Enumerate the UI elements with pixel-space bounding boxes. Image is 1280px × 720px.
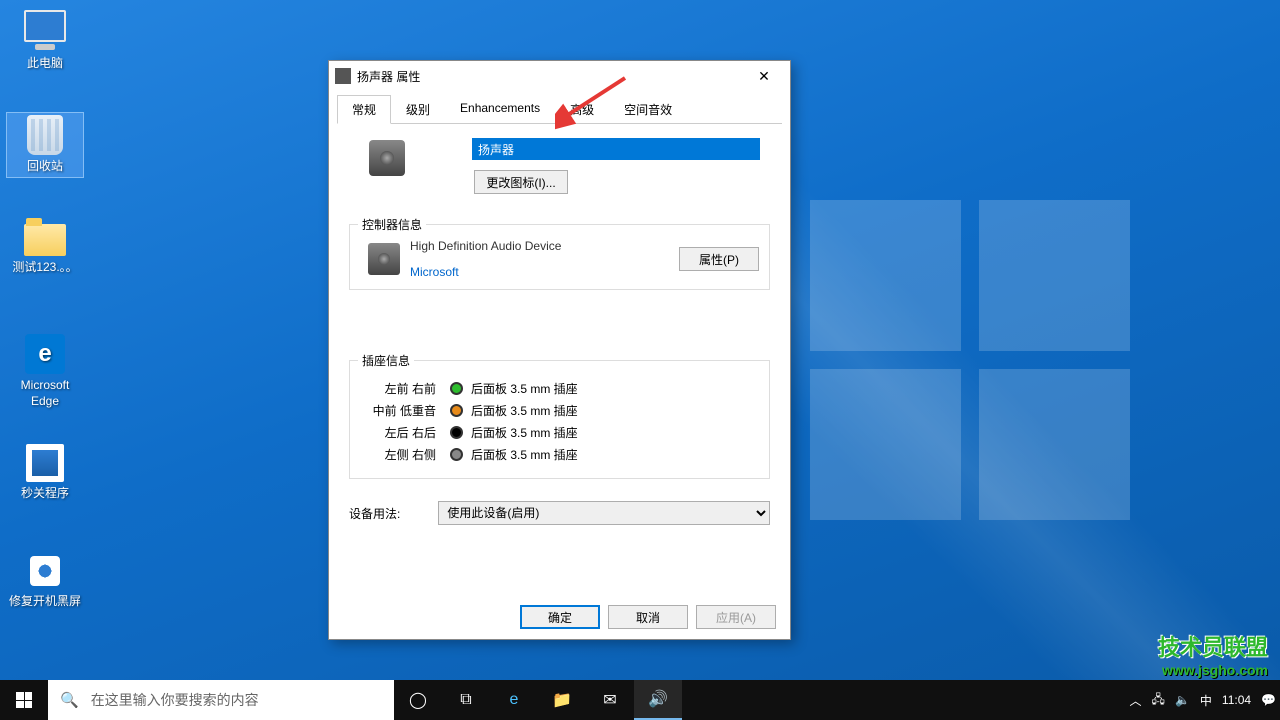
- usage-label: 设备用法:: [349, 505, 400, 522]
- cancel-button[interactable]: 取消: [608, 605, 688, 629]
- tab-strip: 常规 级别 Enhancements 高级 空间音效: [329, 95, 790, 124]
- desktop-icon-edge[interactable]: e Microsoft Edge: [6, 332, 84, 411]
- icon-label: 此电脑: [27, 56, 63, 72]
- device-name-input[interactable]: [472, 138, 760, 160]
- device-icon: [369, 140, 405, 176]
- jack-row: 左前 右前 后面板 3.5 mm 插座: [360, 380, 759, 397]
- taskbar-mail-icon[interactable]: ✉: [586, 680, 634, 720]
- controller-vendor: Microsoft: [410, 265, 669, 279]
- windows-icon: [16, 692, 32, 708]
- jack-color-icon: [450, 426, 463, 439]
- icon-label: 秒关程序: [21, 486, 69, 502]
- desktop-icon-folder[interactable]: 测试123.。。: [6, 222, 84, 278]
- watermark: 技术员联盟 www.jsgho.com: [1158, 630, 1268, 678]
- start-button[interactable]: [0, 680, 48, 720]
- controller-properties-button[interactable]: 属性(P): [679, 247, 759, 271]
- tray-clock[interactable]: 11:04: [1222, 693, 1251, 707]
- tab-enhancements[interactable]: Enhancements: [445, 95, 555, 124]
- controller-info-fieldset: 控制器信息 High Definition Audio Device Micro…: [349, 224, 770, 290]
- device-usage-select[interactable]: 使用此设备(启用): [438, 501, 770, 525]
- jack-info-fieldset: 插座信息 左前 右前 后面板 3.5 mm 插座 中前 低重音 后面板 3.5 …: [349, 360, 770, 479]
- speaker-properties-dialog: 扬声器 属性 ✕ 常规 级别 Enhancements 高级 空间音效 更改图标…: [328, 60, 791, 640]
- search-icon: 🔍: [60, 691, 79, 709]
- tab-levels[interactable]: 级别: [391, 95, 445, 124]
- device-usage-row: 设备用法: 使用此设备(启用): [349, 501, 770, 525]
- tab-body-general: 更改图标(I)... 控制器信息 High Definition Audio D…: [337, 123, 782, 595]
- titlebar[interactable]: 扬声器 属性 ✕: [329, 61, 790, 91]
- tab-spatial[interactable]: 空间音效: [609, 95, 687, 124]
- dialog-icon: [335, 68, 351, 84]
- apply-button[interactable]: 应用(A): [696, 605, 776, 629]
- icon-label: 回收站: [27, 159, 63, 175]
- taskbar-explorer-icon[interactable]: 📁: [538, 680, 586, 720]
- change-icon-button[interactable]: 更改图标(I)...: [474, 170, 568, 194]
- ok-button[interactable]: 确定: [520, 605, 600, 629]
- close-button[interactable]: ✕: [744, 62, 784, 90]
- jack-color-icon: [450, 448, 463, 461]
- jack-color-icon: [450, 382, 463, 395]
- jack-legend: 插座信息: [358, 352, 414, 369]
- desktop-icon-this-pc[interactable]: 此电脑: [6, 6, 84, 74]
- controller-name: High Definition Audio Device: [410, 239, 669, 253]
- jack-row: 左后 右后 后面板 3.5 mm 插座: [360, 424, 759, 441]
- tray-network-icon[interactable]: 🖧: [1152, 690, 1165, 711]
- icon-label: Microsoft Edge: [8, 378, 82, 409]
- taskbar-edge-icon[interactable]: e: [490, 680, 538, 720]
- tray-ime-icon[interactable]: 中: [1200, 692, 1212, 709]
- tray-chevron-icon[interactable]: ︿: [1130, 692, 1142, 709]
- folder-icon: [24, 224, 66, 256]
- search-input[interactable]: 🔍 在这里输入你要搜索的内容: [48, 680, 394, 720]
- taskbar-sound-icon[interactable]: 🔊: [634, 680, 682, 720]
- dialog-button-row: 确定 取消 应用(A): [329, 595, 790, 639]
- jack-row: 中前 低重音 后面板 3.5 mm 插座: [360, 402, 759, 419]
- desktop-icon-app[interactable]: 秒关程序: [6, 442, 84, 504]
- fix-icon: [26, 552, 64, 590]
- icon-label: 测试123.。。: [12, 260, 77, 276]
- tab-general[interactable]: 常规: [337, 95, 391, 124]
- tab-advanced[interactable]: 高级: [555, 95, 609, 124]
- tray-notifications-icon[interactable]: 💬: [1261, 693, 1276, 707]
- tray-volume-icon[interactable]: 🔈: [1175, 693, 1190, 707]
- search-placeholder: 在这里输入你要搜索的内容: [91, 690, 259, 710]
- taskbar: 🔍 在这里输入你要搜索的内容 ◯ ⧉ e 📁 ✉ 🔊 ︿ 🖧 🔈 中 11:04…: [0, 680, 1280, 720]
- recycle-bin-icon: [27, 115, 63, 155]
- jack-row: 左侧 右侧 后面板 3.5 mm 插座: [360, 446, 759, 463]
- desktop-icon-fix[interactable]: 修复开机黑屏: [6, 550, 84, 612]
- cortana-button[interactable]: ◯: [394, 680, 442, 720]
- controller-legend: 控制器信息: [358, 216, 426, 233]
- desktop-icon-recycle-bin[interactable]: 回收站: [6, 112, 84, 178]
- dialog-title: 扬声器 属性: [357, 68, 744, 85]
- controller-device-icon: [368, 243, 400, 275]
- pc-icon: [23, 8, 67, 52]
- windows-logo-icon: [810, 200, 1130, 520]
- system-tray: ︿ 🖧 🔈 中 11:04 💬: [1130, 690, 1280, 711]
- app-icon: [26, 444, 64, 482]
- jack-color-icon: [450, 404, 463, 417]
- task-view-button[interactable]: ⧉: [442, 680, 490, 720]
- icon-label: 修复开机黑屏: [9, 594, 81, 610]
- edge-icon: e: [25, 334, 65, 374]
